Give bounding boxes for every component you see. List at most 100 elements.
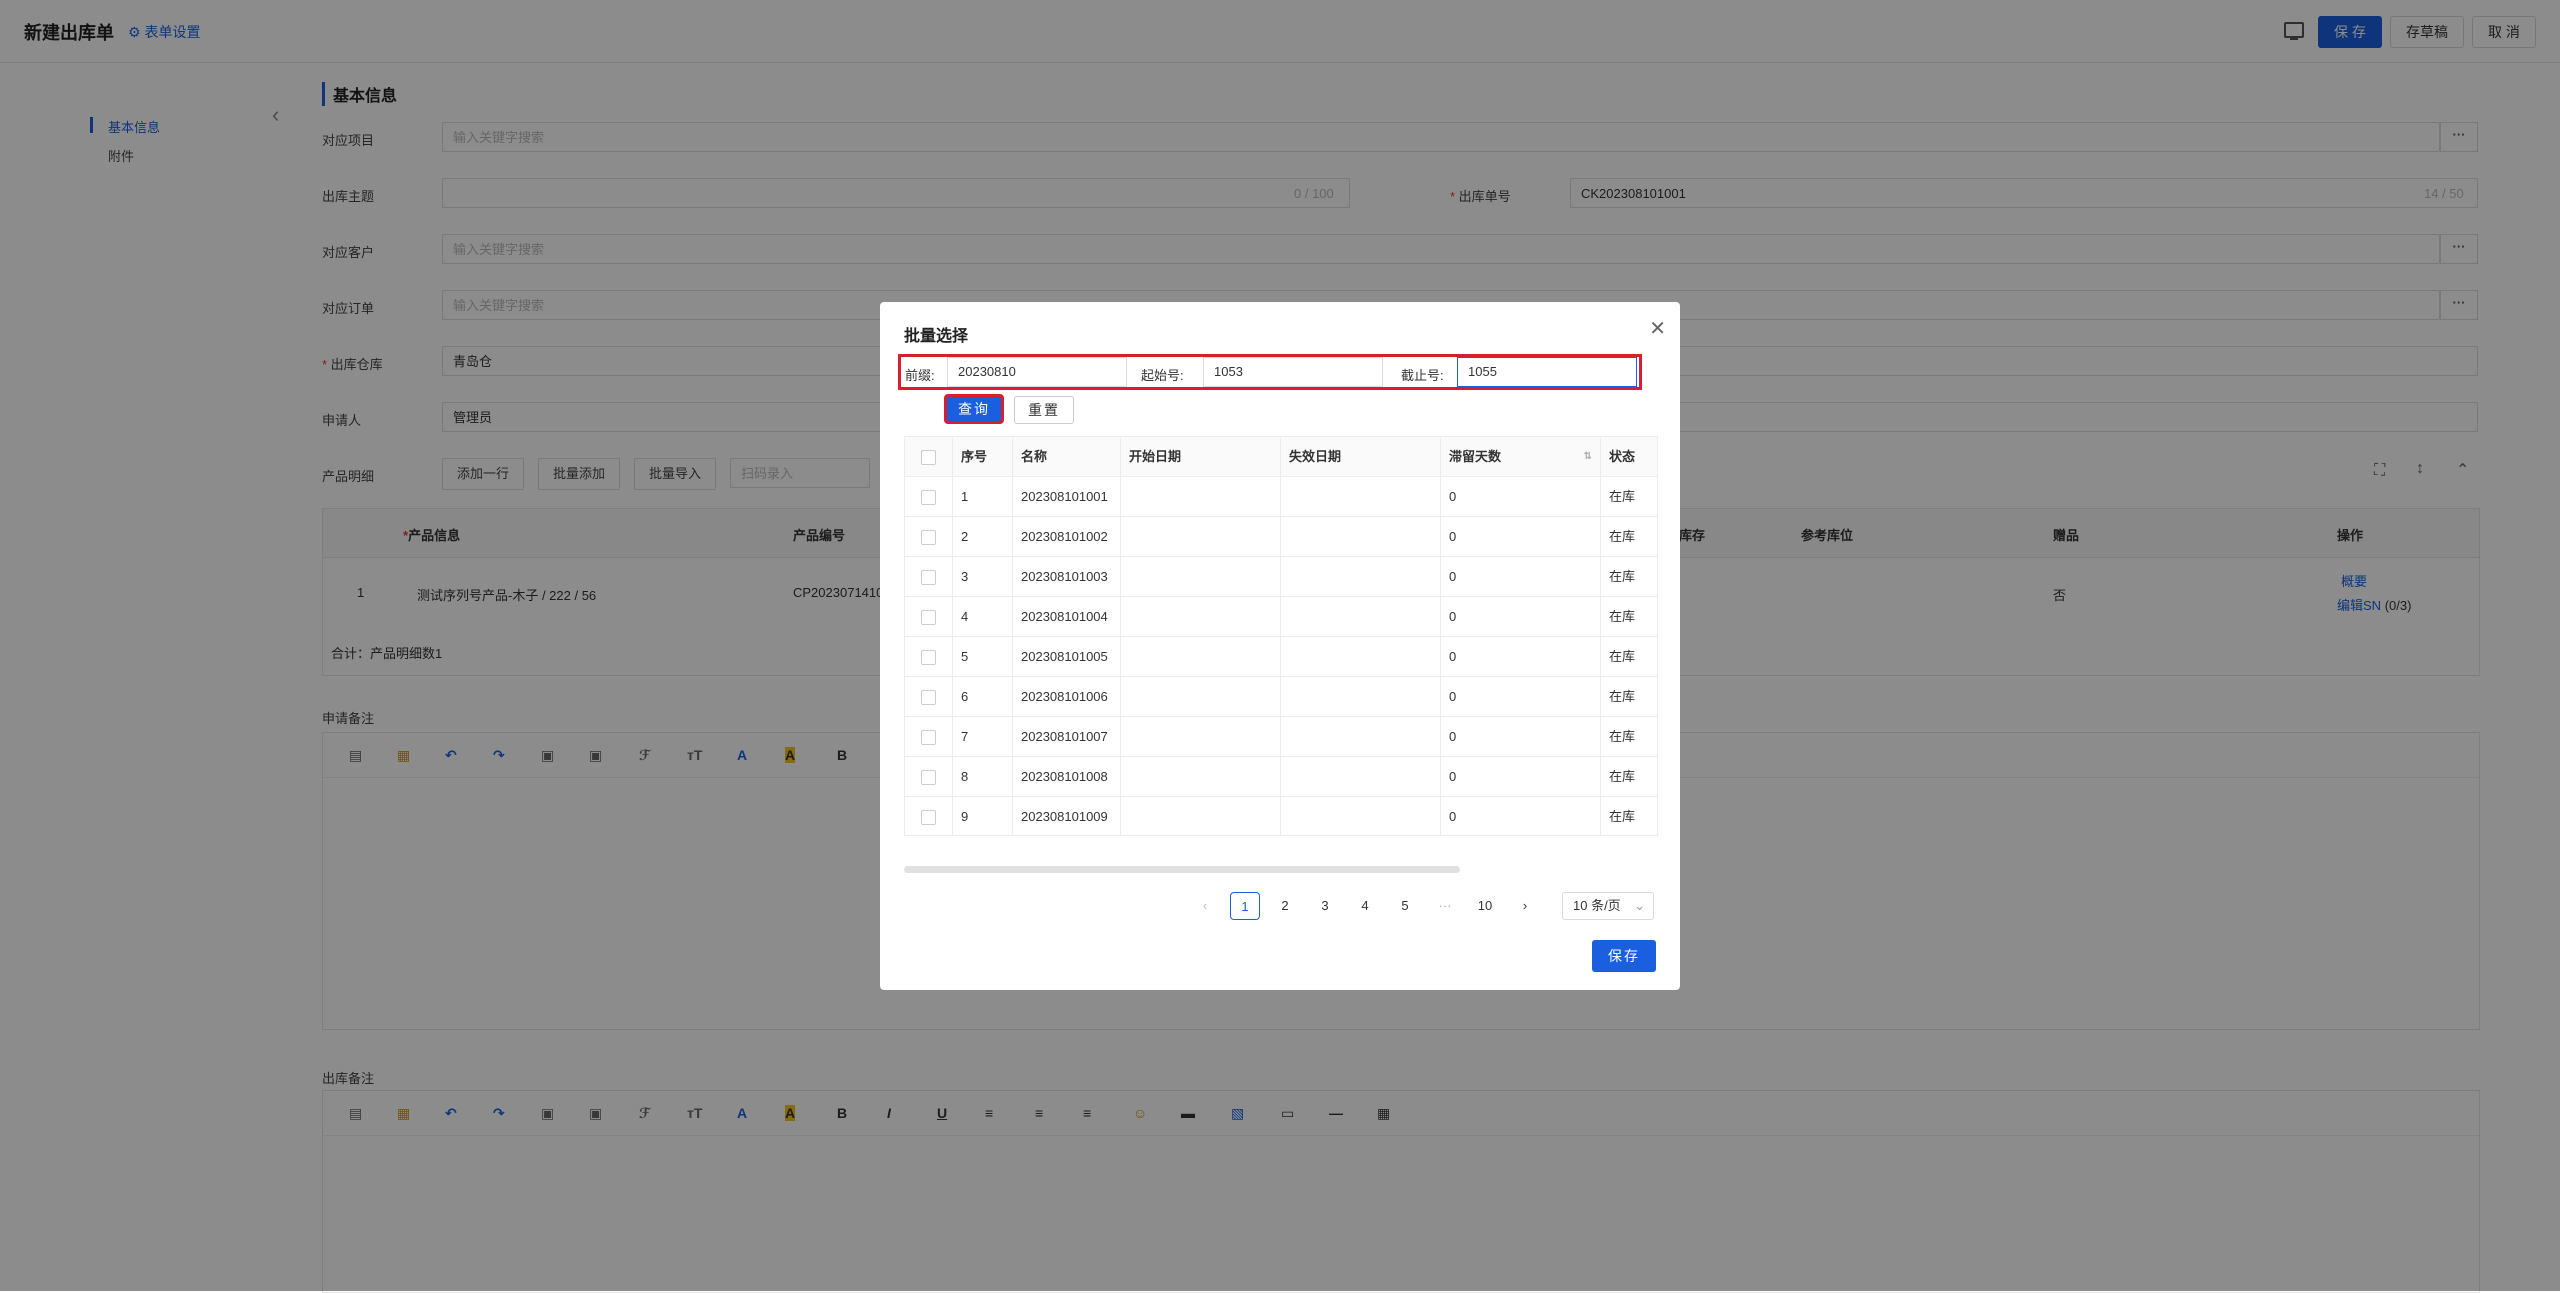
serial-row[interactable]: 2 202308101002 0 在库 xyxy=(905,517,1657,557)
row-checkbox[interactable] xyxy=(921,730,936,745)
end-no-input[interactable]: 1055 xyxy=(1457,357,1637,387)
page-5[interactable]: 5 xyxy=(1390,892,1420,920)
row-checkbox[interactable] xyxy=(921,610,936,625)
serial-row[interactable]: 6 202308101006 0 在库 xyxy=(905,677,1657,717)
row-days: 0 xyxy=(1441,637,1601,676)
row-checkbox[interactable] xyxy=(921,570,936,585)
horizontal-scrollbar[interactable] xyxy=(904,866,1460,873)
row-expire-date xyxy=(1281,637,1441,676)
row-no: 7 xyxy=(953,717,1013,756)
row-no: 6 xyxy=(953,677,1013,716)
prev-page-icon[interactable]: ‹ xyxy=(1190,892,1220,920)
row-checkbox[interactable] xyxy=(921,770,936,785)
page-2[interactable]: 2 xyxy=(1270,892,1300,920)
query-button[interactable]: 查询 xyxy=(944,394,1004,424)
filter-row: 前缀: 20230810 起始号: 1053 截止号: 1055 xyxy=(898,354,1642,390)
row-select-cell[interactable] xyxy=(905,757,953,796)
row-name: 202308101006 xyxy=(1013,677,1121,716)
next-page-icon[interactable]: › xyxy=(1510,892,1540,920)
close-icon[interactable]: ✕ xyxy=(1649,316,1666,341)
row-select-cell[interactable] xyxy=(905,637,953,676)
col-expire-date: 失效日期 xyxy=(1281,437,1441,476)
row-start-date xyxy=(1121,677,1281,716)
select-all-cell[interactable] xyxy=(905,437,953,476)
row-no: 5 xyxy=(953,637,1013,676)
prefix-label: 前缀: xyxy=(905,368,935,383)
row-select-cell[interactable] xyxy=(905,557,953,596)
row-status: 在库 xyxy=(1609,769,1636,784)
page-4[interactable]: 4 xyxy=(1350,892,1380,920)
page-size-select[interactable]: 10 条/页 ⌄ xyxy=(1562,892,1654,920)
row-start-date xyxy=(1121,637,1281,676)
row-status: 在库 xyxy=(1609,569,1636,584)
row-start-date xyxy=(1121,557,1281,596)
row-status: 在库 xyxy=(1609,809,1636,824)
row-start-date xyxy=(1121,477,1281,516)
row-expire-date xyxy=(1281,717,1441,756)
row-no: 1 xyxy=(953,477,1013,516)
col-days[interactable]: 滞留天数 ⇅ xyxy=(1441,437,1601,476)
col-name: 名称 xyxy=(1013,437,1121,476)
serial-row[interactable]: 9 202308101009 0 在库 xyxy=(905,797,1657,835)
row-days: 0 xyxy=(1441,557,1601,596)
row-days: 0 xyxy=(1441,717,1601,756)
row-expire-date xyxy=(1281,797,1441,835)
serial-row[interactable]: 7 202308101007 0 在库 xyxy=(905,717,1657,757)
page-ellipsis[interactable]: ··· xyxy=(1430,892,1460,920)
row-checkbox[interactable] xyxy=(921,490,936,505)
batch-select-modal: 批量选择 ✕ 前缀: 20230810 起始号: 1053 截止号: 1055 … xyxy=(880,302,1680,990)
serial-row[interactable]: 1 202308101001 0 在库 xyxy=(905,477,1657,517)
page-last[interactable]: 10 xyxy=(1470,892,1500,920)
serial-row[interactable]: 4 202308101004 0 在库 xyxy=(905,597,1657,637)
row-name: 202308101005 xyxy=(1013,637,1121,676)
row-no: 4 xyxy=(953,597,1013,636)
row-start-date xyxy=(1121,757,1281,796)
row-name: 202308101004 xyxy=(1013,597,1121,636)
row-days: 0 xyxy=(1441,797,1601,835)
reset-button[interactable]: 重置 xyxy=(1014,396,1074,424)
select-all-checkbox[interactable] xyxy=(921,450,936,465)
row-no: 2 xyxy=(953,517,1013,556)
prefix-input[interactable]: 20230810 xyxy=(947,357,1127,387)
page-1[interactable]: 1 xyxy=(1230,892,1260,920)
row-days: 0 xyxy=(1441,517,1601,556)
serial-table-header: 序号 名称 开始日期 失效日期 滞留天数 ⇅ 状态 xyxy=(905,437,1657,477)
row-select-cell[interactable] xyxy=(905,597,953,636)
row-start-date xyxy=(1121,717,1281,756)
chevron-down-icon: ⌄ xyxy=(1634,898,1645,913)
row-days: 0 xyxy=(1441,757,1601,796)
row-name: 202308101002 xyxy=(1013,517,1121,556)
row-checkbox[interactable] xyxy=(921,810,936,825)
modal-title: 批量选择 xyxy=(904,328,969,345)
row-checkbox[interactable] xyxy=(921,530,936,545)
row-days: 0 xyxy=(1441,677,1601,716)
row-start-date xyxy=(1121,597,1281,636)
row-checkbox[interactable] xyxy=(921,650,936,665)
row-start-date xyxy=(1121,797,1281,835)
page-3[interactable]: 3 xyxy=(1310,892,1340,920)
row-expire-date xyxy=(1281,757,1441,796)
serial-table: 序号 名称 开始日期 失效日期 滞留天数 ⇅ 状态 1 202308101001 0 在… xyxy=(904,436,1658,836)
row-status: 在库 xyxy=(1609,529,1636,544)
row-name: 202308101008 xyxy=(1013,757,1121,796)
row-status: 在库 xyxy=(1609,489,1636,504)
row-select-cell[interactable] xyxy=(905,477,953,516)
end-no-label: 截止号: xyxy=(1401,368,1444,383)
modal-save-button[interactable]: 保存 xyxy=(1592,940,1656,972)
row-status: 在库 xyxy=(1609,649,1636,664)
row-select-cell[interactable] xyxy=(905,517,953,556)
row-select-cell[interactable] xyxy=(905,717,953,756)
start-no-input[interactable]: 1053 xyxy=(1203,357,1383,387)
serial-row[interactable]: 5 202308101005 0 在库 xyxy=(905,637,1657,677)
start-no-label: 起始号: xyxy=(1141,368,1184,383)
row-name: 202308101003 xyxy=(1013,557,1121,596)
serial-row[interactable]: 8 202308101008 0 在库 xyxy=(905,757,1657,797)
row-expire-date xyxy=(1281,557,1441,596)
row-select-cell[interactable] xyxy=(905,677,953,716)
serial-row[interactable]: 3 202308101003 0 在库 xyxy=(905,557,1657,597)
sort-icon[interactable]: ⇅ xyxy=(1584,437,1592,476)
row-select-cell[interactable] xyxy=(905,797,953,835)
row-checkbox[interactable] xyxy=(921,690,936,705)
row-name: 202308101001 xyxy=(1013,477,1121,516)
row-no: 9 xyxy=(953,797,1013,835)
